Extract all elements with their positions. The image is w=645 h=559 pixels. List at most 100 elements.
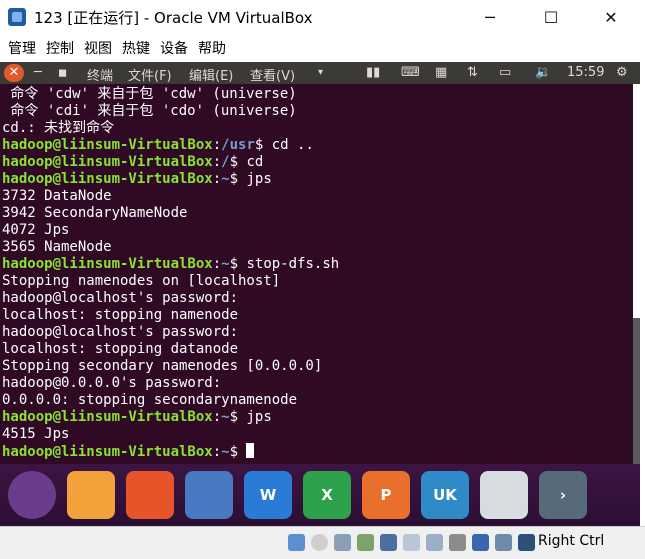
panel-dropdown-icon[interactable]: ▾: [318, 67, 323, 78]
terminal-maximize-button[interactable]: ◼: [58, 66, 67, 79]
display-icon[interactable]: [426, 534, 443, 551]
maximize-button[interactable]: ☐: [528, 0, 574, 34]
menu-edit[interactable]: 编辑(E): [189, 65, 233, 84]
prompt-user: hadoop@liinsum-VirtualBox: [2, 444, 213, 460]
terminal-prompt-line: hadoop@liinsum-VirtualBox:~$ jps: [2, 409, 272, 426]
menu-manage[interactable]: 管理: [8, 38, 36, 58]
menu-devices[interactable]: 设备: [160, 38, 188, 58]
terminal-cursor: [246, 443, 255, 458]
ubuntu-dash-icon[interactable]: [8, 471, 56, 519]
more-apps-icon[interactable]: ›: [539, 471, 587, 519]
minimize-button[interactable]: ─: [467, 0, 513, 34]
prompt-command: cd: [238, 154, 264, 170]
terminal-output-line: 命令 'cdw' 来自于包 'cdw' (universe): [2, 86, 297, 102]
window-right-edge: [640, 62, 645, 526]
terminal-output-line: 3565 NameNode: [2, 239, 112, 255]
update-manager-icon[interactable]: [480, 471, 528, 519]
prompt-path: ~: [221, 256, 230, 272]
prompt-command: jps: [238, 171, 272, 187]
prompt-command: jps: [238, 409, 272, 425]
virtualbox-app-icon: [8, 8, 26, 26]
vbox-menubar: 管理 控制 视图 热键 设备 帮助: [0, 34, 645, 62]
terminal-output-line: localhost: stopping datanode: [2, 341, 239, 357]
mouse-integration-icon[interactable]: [495, 534, 512, 551]
prompt-dollar: $: [229, 444, 239, 460]
menu-view[interactable]: 视图: [84, 38, 112, 58]
network-adapter-icon[interactable]: [357, 534, 374, 551]
transfer-icon[interactable]: ⇅: [467, 65, 478, 80]
prompt-path: /: [221, 154, 230, 170]
terminal-output-line: localhost: stopping namenode: [2, 307, 239, 323]
keyboard-capture-icon[interactable]: [518, 534, 535, 551]
terminal-output-line: 3732 DataNode: [2, 188, 112, 204]
terminal-prompt-line: hadoop@liinsum-VirtualBox:~$ jps: [2, 171, 272, 188]
prompt-user: hadoop@liinsum-VirtualBox: [2, 171, 213, 187]
vt-x-icon[interactable]: [472, 534, 489, 551]
wps-presentation-icon[interactable]: P: [362, 471, 410, 519]
recording-icon[interactable]: [449, 534, 466, 551]
terminal-output-line: cd.: 未找到命令: [2, 120, 115, 136]
network-icon[interactable]: ▮▮: [366, 65, 380, 80]
prompt-user: hadoop@liinsum-VirtualBox: [2, 154, 213, 170]
terminal-prompt-line: hadoop@liinsum-VirtualBox:/$ cd: [2, 154, 263, 171]
prompt-user: hadoop@liinsum-VirtualBox: [2, 256, 213, 272]
prompt-dollar: $: [229, 256, 239, 272]
files-icon[interactable]: [67, 471, 115, 519]
terminal-output[interactable]: 命令 'cdw' 来自于包 'cdw' (universe) 命令 'cdi' …: [0, 84, 633, 464]
prompt-dollar: $: [229, 171, 239, 187]
close-button[interactable]: ✕: [588, 0, 634, 34]
terminal-output-line: 0.0.0.0: stopping secondarynamenode: [2, 392, 298, 408]
firefox-icon[interactable]: [126, 471, 174, 519]
terminal-output-line: 3942 SecondaryNameNode: [2, 205, 188, 221]
prompt-path: /usr: [221, 137, 255, 153]
usb-icon[interactable]: [380, 534, 397, 551]
panel-clock[interactable]: 15:59: [567, 65, 604, 80]
terminal-minimize-button[interactable]: ─: [34, 65, 42, 80]
prompt-path: ~: [221, 444, 230, 460]
vbox-statusbar: Right Ctrl: [0, 526, 645, 559]
chromium-icon[interactable]: [185, 471, 233, 519]
prompt-colon: :: [212, 154, 222, 170]
prompt-command: stop-dfs.sh: [238, 256, 340, 272]
prompt-dollar: $: [229, 154, 239, 170]
menu-help[interactable]: 帮助: [198, 38, 226, 58]
prompt-command: [238, 444, 246, 460]
prompt-path: ~: [221, 171, 230, 187]
ubuntu-launcher: W X P UK ›: [0, 464, 640, 526]
menu-terminal[interactable]: 终端: [87, 65, 113, 84]
terminal-close-button[interactable]: ✕: [4, 64, 24, 82]
wps-writer-icon[interactable]: W: [244, 471, 292, 519]
prompt-colon: :: [212, 171, 222, 187]
input-method-icon[interactable]: ▦: [435, 65, 447, 80]
prompt-path: ~: [221, 409, 230, 425]
terminal-output-line: 命令 'cdi' 来自于包 'cdo' (universe): [2, 103, 297, 119]
software-center-icon[interactable]: UK: [421, 471, 469, 519]
menu-control[interactable]: 控制: [46, 38, 74, 58]
terminal-scrollbar[interactable]: [633, 84, 640, 464]
terminal-output-line: Stopping secondary namenodes [0.0.0.0]: [2, 358, 323, 374]
prompt-user: hadoop@liinsum-VirtualBox: [2, 137, 213, 153]
volume-icon[interactable]: 🔉: [535, 65, 551, 80]
prompt-user: hadoop@liinsum-VirtualBox: [2, 409, 213, 425]
audio-icon[interactable]: [334, 534, 351, 551]
optical-drive-icon[interactable]: [311, 534, 328, 551]
battery-icon[interactable]: ▭: [499, 65, 511, 80]
terminal-scrollbar-thumb[interactable]: [633, 318, 640, 464]
prompt-colon: :: [212, 137, 222, 153]
wps-spreadsheet-icon[interactable]: X: [303, 471, 351, 519]
prompt-colon: :: [212, 256, 222, 272]
menu-file[interactable]: 文件(F): [128, 65, 172, 84]
host-key-label[interactable]: Right Ctrl: [538, 533, 604, 549]
terminal-output-line: hadoop@localhost's password:: [2, 290, 239, 306]
terminal-output-line: Stopping namenodes on [localhost]: [2, 273, 281, 289]
window-titlebar: 123 [正在运行] - Oracle VM VirtualBox ─ ☐ ✕: [0, 0, 645, 34]
terminal-output-line: 4515 Jps: [2, 426, 70, 442]
menu-view-terminal[interactable]: 查看(V): [250, 65, 295, 84]
shared-folders-icon[interactable]: [403, 534, 420, 551]
hard-disk-icon[interactable]: [288, 534, 305, 551]
prompt-colon: :: [212, 409, 222, 425]
terminal-prompt-line: hadoop@liinsum-VirtualBox:~$: [2, 443, 255, 461]
settings-gear-icon[interactable]: ⚙: [616, 65, 628, 80]
menu-hotkey[interactable]: 热键: [122, 38, 150, 58]
keyboard-icon[interactable]: ⌨: [401, 65, 420, 80]
